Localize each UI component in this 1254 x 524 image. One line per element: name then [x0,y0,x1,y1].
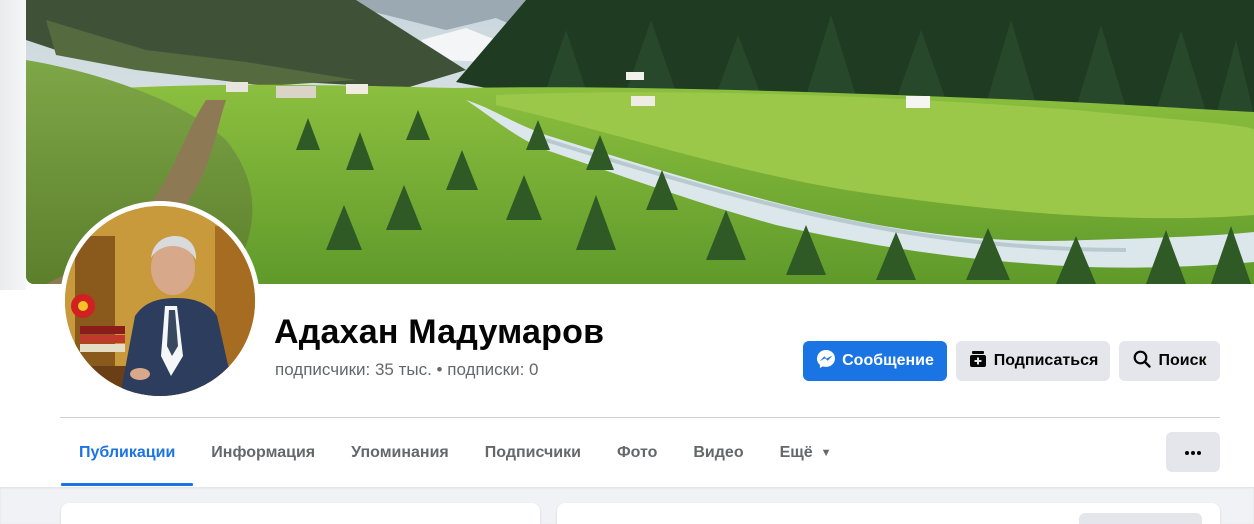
caret-down-icon: ▼ [820,447,832,459]
profile-name: Адахан Мадумаров [274,313,605,351]
avatar-photo [65,206,255,396]
tab-more[interactable]: Ещё ▼ [762,420,850,486]
follow-icon [968,349,988,374]
intro-card [61,503,540,524]
more-options-button[interactable] [1166,432,1220,472]
search-button-label: Поиск [1158,352,1207,369]
search-icon [1132,349,1152,374]
following-count[interactable]: подписки: 0 [447,360,538,379]
tab-label: Подписчики [484,444,581,461]
stats-separator: • [436,360,443,379]
tab-publications[interactable]: Публикации [61,420,194,486]
tab-label: Упоминания [351,444,449,461]
filter-button[interactable] [1079,513,1202,524]
subscribe-button[interactable]: Подписаться [956,341,1110,381]
page-edge [0,0,26,290]
tab-label: Ещё [779,444,813,461]
tab-label: Информация [211,444,316,461]
profile-page: Адахан Мадумаров подписчики: 35 тыс. • п… [0,0,1254,524]
ellipsis-icon [1184,443,1202,461]
tab-followers[interactable]: Подписчики [467,420,599,486]
profile-tabs: Публикации Информация Упоминания Подписч… [61,420,850,486]
followers-count[interactable]: подписчики: 35 тыс. [275,360,432,379]
tab-photos[interactable]: Фото [599,420,675,486]
messenger-icon [816,349,836,374]
tab-label: Видео [693,444,744,461]
profile-avatar[interactable] [60,201,260,401]
tab-label: Фото [616,444,658,461]
subscribe-button-label: Подписаться [993,352,1099,369]
profile-stats: подписчики: 35 тыс. • подписки: 0 [275,360,538,380]
tab-label: Публикации [79,444,176,461]
tab-information[interactable]: Информация [193,420,333,486]
tab-videos[interactable]: Видео [675,420,761,486]
message-button[interactable]: Сообщение [803,341,947,381]
search-button[interactable]: Поиск [1119,341,1220,381]
header-divider [60,417,1220,418]
message-button-label: Сообщение [842,352,934,369]
tab-mentions[interactable]: Упоминания [333,420,467,486]
